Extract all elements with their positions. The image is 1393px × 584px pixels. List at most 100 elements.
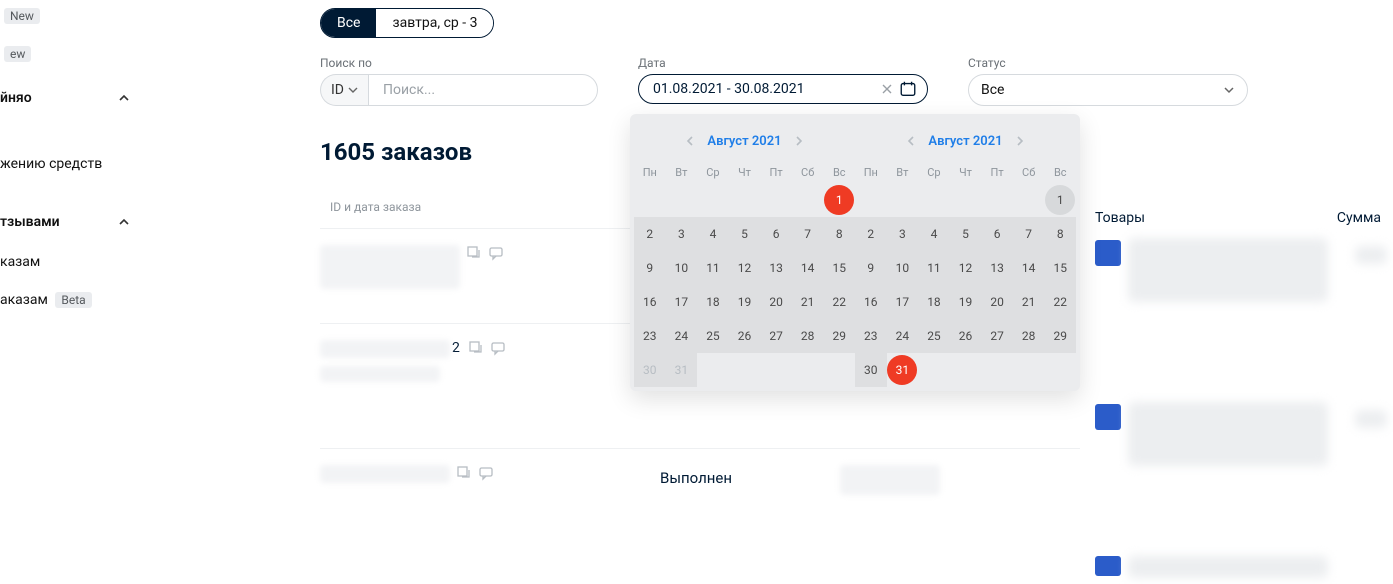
expand-icon[interactable] [468, 340, 484, 356]
next-month-icon[interactable] [788, 130, 810, 152]
calendar-day[interactable]: 26 [729, 319, 761, 353]
calendar-day[interactable]: 23 [634, 319, 666, 353]
product-thumb[interactable] [1095, 556, 1121, 576]
calendar-day[interactable]: 24 [887, 319, 919, 353]
calendar-day[interactable]: 3 [887, 217, 919, 251]
status-dropdown[interactable]: Все [968, 74, 1248, 106]
expand-icon[interactable] [456, 465, 472, 481]
calendar-day[interactable]: 17 [887, 285, 919, 319]
th-goods: Товары [1095, 210, 1145, 226]
sidebar-item-5[interactable]: тзывами [0, 204, 140, 240]
chat-icon[interactable] [490, 340, 506, 356]
product-thumb[interactable] [1095, 240, 1121, 266]
calendar-day[interactable]: 17 [666, 285, 698, 319]
sidebar-item-2[interactable]: йняо [0, 80, 140, 116]
calendar-day[interactable]: 18 [697, 285, 729, 319]
calendar-day[interactable]: 4 [697, 217, 729, 251]
calendar-title-right[interactable]: Август 2021 [928, 134, 1002, 149]
calendar-day[interactable]: 26 [950, 319, 982, 353]
sidebar-item-6[interactable]: казам [0, 240, 140, 278]
expand-icon[interactable] [466, 245, 482, 261]
calendar-day[interactable]: 28 [792, 319, 824, 353]
chat-icon[interactable] [478, 465, 494, 481]
calendar-day[interactable]: 13 [760, 251, 792, 285]
calendar-day[interactable]: 12 [950, 251, 982, 285]
calendar-day [855, 183, 887, 217]
calendar-day[interactable]: 30 [855, 353, 887, 387]
calendar-day[interactable]: 14 [792, 251, 824, 285]
calendar-day[interactable]: 9 [634, 251, 666, 285]
chat-icon[interactable] [488, 245, 504, 261]
calendar-day[interactable]: 9 [855, 251, 887, 285]
calendar-day[interactable]: 1 [823, 183, 855, 217]
calendar-day[interactable]: 28 [1013, 319, 1045, 353]
calendar-day[interactable]: 3 [666, 217, 698, 251]
clear-date-icon[interactable] [875, 83, 899, 95]
calendar-day[interactable]: 29 [1044, 319, 1076, 353]
calendar-day[interactable]: 21 [792, 285, 824, 319]
calendar-day[interactable]: 16 [634, 285, 666, 319]
chip-tomorrow[interactable]: завтра, ср - 3 [376, 9, 493, 37]
calendar-day[interactable]: 16 [855, 285, 887, 319]
calendar-day[interactable]: 27 [981, 319, 1013, 353]
search-type-dropdown[interactable]: ID [320, 74, 368, 106]
calendar-day[interactable]: 25 [697, 319, 729, 353]
calendar-icon[interactable] [899, 80, 917, 98]
calendar-dow: Вс [1044, 162, 1076, 183]
sidebar-item-3[interactable] [0, 116, 140, 142]
calendar-day[interactable]: 15 [823, 251, 855, 285]
calendar-day[interactable]: 7 [792, 217, 824, 251]
calendar-day[interactable]: 22 [1044, 285, 1076, 319]
calendar-day[interactable]: 23 [855, 319, 887, 353]
calendar-day[interactable]: 22 [823, 285, 855, 319]
calendar-day[interactable]: 10 [666, 251, 698, 285]
calendar-day[interactable]: 24 [666, 319, 698, 353]
calendar-day [760, 183, 792, 217]
sidebar-item-7[interactable]: аказам Beta [0, 278, 140, 316]
calendar-day[interactable]: 8 [1044, 217, 1076, 251]
calendar-day[interactable]: 12 [729, 251, 761, 285]
calendar-day[interactable]: 29 [823, 319, 855, 353]
sidebar-item-0[interactable]: New [0, 0, 140, 32]
calendar-day[interactable]: 6 [760, 217, 792, 251]
next-month-icon[interactable] [1009, 130, 1031, 152]
calendar-day[interactable]: 20 [981, 285, 1013, 319]
calendar-day[interactable]: 2 [855, 217, 887, 251]
search-input[interactable] [368, 74, 598, 106]
product-blur [1128, 556, 1328, 578]
calendar-day[interactable]: 15 [1044, 251, 1076, 285]
calendar-day[interactable]: 31 [887, 353, 919, 387]
product-thumb[interactable] [1095, 404, 1121, 430]
date-range-input[interactable]: 01.08.2021 - 30.08.2021 [638, 74, 928, 104]
calendar-day[interactable]: 20 [760, 285, 792, 319]
calendar-day[interactable]: 4 [918, 217, 950, 251]
calendar-day[interactable]: 30 [634, 353, 666, 387]
calendar-day[interactable]: 14 [1013, 251, 1045, 285]
calendar-day[interactable]: 10 [887, 251, 919, 285]
calendar-day[interactable]: 25 [918, 319, 950, 353]
calendar-day[interactable]: 6 [981, 217, 1013, 251]
calendar-day[interactable]: 19 [950, 285, 982, 319]
calendar-day[interactable]: 21 [1013, 285, 1045, 319]
calendar-day[interactable]: 2 [634, 217, 666, 251]
sidebar-item-4[interactable]: жению средств [0, 142, 140, 180]
calendar-day[interactable]: 5 [729, 217, 761, 251]
calendar-day[interactable]: 5 [950, 217, 982, 251]
prev-month-icon[interactable] [900, 130, 922, 152]
calendar-day[interactable]: 11 [918, 251, 950, 285]
calendar-day[interactable]: 27 [760, 319, 792, 353]
calendar-day[interactable]: 19 [729, 285, 761, 319]
calendar-day[interactable]: 7 [1013, 217, 1045, 251]
calendar-day[interactable]: 31 [666, 353, 698, 387]
calendar-day[interactable]: 8 [823, 217, 855, 251]
calendar-day[interactable]: 13 [981, 251, 1013, 285]
th-sum: Сумма [1337, 210, 1381, 226]
calendar-day[interactable]: 18 [918, 285, 950, 319]
sidebar-item-1[interactable]: ew [0, 38, 140, 70]
prev-month-icon[interactable] [679, 130, 701, 152]
calendar-day[interactable]: 11 [697, 251, 729, 285]
chip-all[interactable]: Все [321, 9, 376, 37]
calendar-day [1044, 353, 1076, 387]
calendar-day[interactable]: 1 [1044, 183, 1076, 217]
calendar-title-left[interactable]: Август 2021 [707, 134, 781, 149]
